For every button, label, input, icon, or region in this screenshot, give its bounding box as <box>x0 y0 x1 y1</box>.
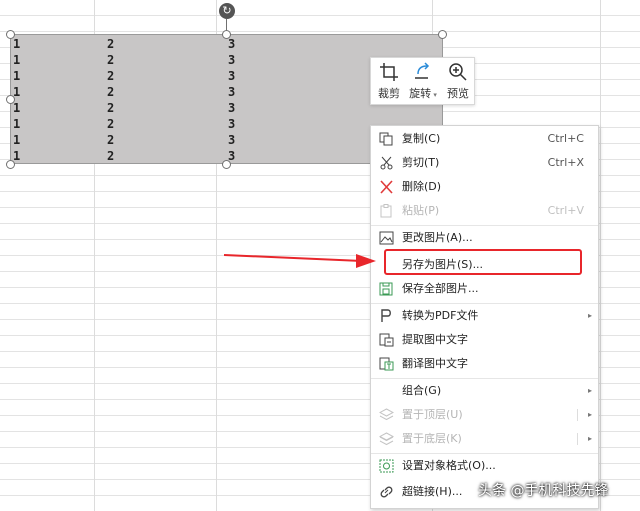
menu-item-label: 置于顶层(U) <box>402 408 463 421</box>
crop-label: 裁剪 <box>378 87 400 100</box>
picture-mini-toolbar: 裁剪 旋转 ▾ 预览 <box>370 57 475 105</box>
picture-cell: 2 <box>107 149 115 163</box>
save-all-icon <box>379 282 393 296</box>
shortcut-hint: Ctrl+C <box>547 132 584 145</box>
menu-item-label: 设置对象格式(O)... <box>402 459 496 472</box>
submenu-arrow-icon: ▸ <box>587 434 592 443</box>
submenu-arrow-icon: ▸ <box>587 386 592 395</box>
menu-item-label: 保存全部图片... <box>402 282 479 295</box>
menu-separator <box>371 378 598 379</box>
menu-item-delete[interactable]: 删除(D) <box>371 176 598 198</box>
menu-item-convert-pdf[interactable]: 转换为PDF文件 ▸ <box>371 305 598 327</box>
picture-cell: 2 <box>107 133 115 147</box>
picture-cell: 2 <box>107 53 115 67</box>
menu-item-label: 复制(C) <box>402 132 441 145</box>
copy-icon <box>379 132 393 146</box>
preview-button[interactable]: 预览 <box>441 60 475 104</box>
picture-cell: 2 <box>107 37 115 51</box>
picture-cell: 1 <box>13 117 21 131</box>
menu-item-label: 超链接(H)... <box>402 485 463 498</box>
paste-icon <box>380 204 392 218</box>
split-divider <box>577 409 578 421</box>
menu-item-extract-text[interactable]: 提取图中文字 <box>371 329 598 351</box>
picture-cell: 3 <box>228 53 236 67</box>
context-menu: 复制(C) Ctrl+C 剪切(T) Ctrl+X 删除(D) 粘贴(P) Ct… <box>370 125 599 509</box>
zoom-in-icon <box>449 63 467 81</box>
preview-label: 预览 <box>447 87 469 100</box>
column-divider <box>600 0 601 511</box>
rotate-label-text: 旋转 <box>409 87 432 100</box>
picture-row: 1 2 3 <box>11 37 442 53</box>
annotation-arrow-icon <box>224 254 376 268</box>
link-icon <box>380 486 393 498</box>
extract-text-icon <box>379 333 394 347</box>
menu-item-label: 置于底层(K) <box>402 432 462 445</box>
menu-item-label: 更改图片(A)... <box>402 231 473 244</box>
picture-cell: 2 <box>107 101 115 115</box>
shortcut-hint: Ctrl+V <box>547 204 584 217</box>
menu-item-label: 剪切(T) <box>402 156 440 169</box>
watermark-text: 头条 @手机科技先锋 <box>478 483 609 499</box>
menu-item-paste[interactable]: 粘贴(P) Ctrl+V <box>371 200 598 222</box>
layers-top-icon <box>379 408 394 421</box>
layers-bottom-icon <box>379 432 394 446</box>
rotate-handle-icon[interactable]: ↻ <box>219 3 235 19</box>
menu-item-bring-to-front[interactable]: 置于顶层(U) ▸ <box>371 404 598 426</box>
split-divider <box>577 433 578 445</box>
picture-cell: 1 <box>13 53 21 67</box>
crop-button[interactable]: 裁剪 <box>372 60 406 104</box>
picture-cell: 1 <box>13 133 21 147</box>
menu-item-label: 粘贴(P) <box>402 204 440 217</box>
menu-item-translate-text[interactable]: 翻译图中文字 <box>371 353 598 375</box>
resize-handle-bottom-left[interactable] <box>6 160 15 169</box>
menu-separator <box>371 303 598 304</box>
menu-item-format-object[interactable]: 设置对象格式(O)... <box>371 455 598 477</box>
picture-cell: 2 <box>107 69 115 83</box>
resize-handle-top-left[interactable] <box>6 30 15 39</box>
rotate-dropdown-icon: ▾ <box>431 91 437 99</box>
resize-handle-top-right[interactable] <box>438 30 447 39</box>
menu-item-label: 提取图中文字 <box>402 333 468 346</box>
annotation-highlight-box <box>384 249 582 275</box>
menu-item-label: 翻译图中文字 <box>402 357 468 370</box>
picture-cell: 1 <box>13 69 21 83</box>
menu-item-group[interactable]: 组合(G) ▸ <box>371 380 598 402</box>
menu-item-cut[interactable]: 剪切(T) Ctrl+X <box>371 152 598 174</box>
pdf-icon <box>381 309 391 322</box>
delete-x-icon <box>380 180 393 194</box>
menu-item-label: 组合(G) <box>402 384 442 397</box>
menu-item-save-all-pictures[interactable]: 保存全部图片... <box>371 278 598 300</box>
format-object-icon <box>379 459 394 473</box>
picture-cell: 3 <box>228 69 236 83</box>
submenu-arrow-icon: ▸ <box>587 410 592 419</box>
rotate-icon <box>415 62 430 79</box>
picture-cell: 2 <box>107 117 115 131</box>
menu-item-copy[interactable]: 复制(C) Ctrl+C <box>371 128 598 150</box>
menu-item-label: 转换为PDF文件 <box>402 309 479 322</box>
menu-separator <box>371 225 598 226</box>
resize-handle-bottom[interactable] <box>222 160 231 169</box>
scissors-icon <box>380 156 393 170</box>
submenu-arrow-icon: ▸ <box>587 311 592 320</box>
translate-icon <box>379 357 394 371</box>
rotate-label: 旋转 ▾ <box>406 85 440 101</box>
menu-item-label: 删除(D) <box>402 180 442 193</box>
menu-item-change-picture[interactable]: 更改图片(A)... <box>371 227 598 249</box>
picture-cell: 3 <box>228 85 236 99</box>
menu-item-send-to-back[interactable]: 置于底层(K) ▸ <box>371 428 598 450</box>
menu-separator <box>371 453 598 454</box>
picture-cell: 3 <box>228 117 236 131</box>
picture-cell: 3 <box>228 101 236 115</box>
crop-icon <box>380 63 398 81</box>
picture-cell: 3 <box>228 37 236 51</box>
picture-cell: 3 <box>228 133 236 147</box>
picture-cell: 1 <box>13 37 21 51</box>
picture-cell: 1 <box>13 101 21 115</box>
shortcut-hint: Ctrl+X <box>547 156 584 169</box>
change-picture-icon <box>379 231 394 245</box>
rotate-button[interactable]: 旋转 ▾ <box>406 60 440 104</box>
picture-cell: 2 <box>107 85 115 99</box>
resize-handle-top[interactable] <box>222 30 231 39</box>
resize-handle-left[interactable] <box>6 95 15 104</box>
